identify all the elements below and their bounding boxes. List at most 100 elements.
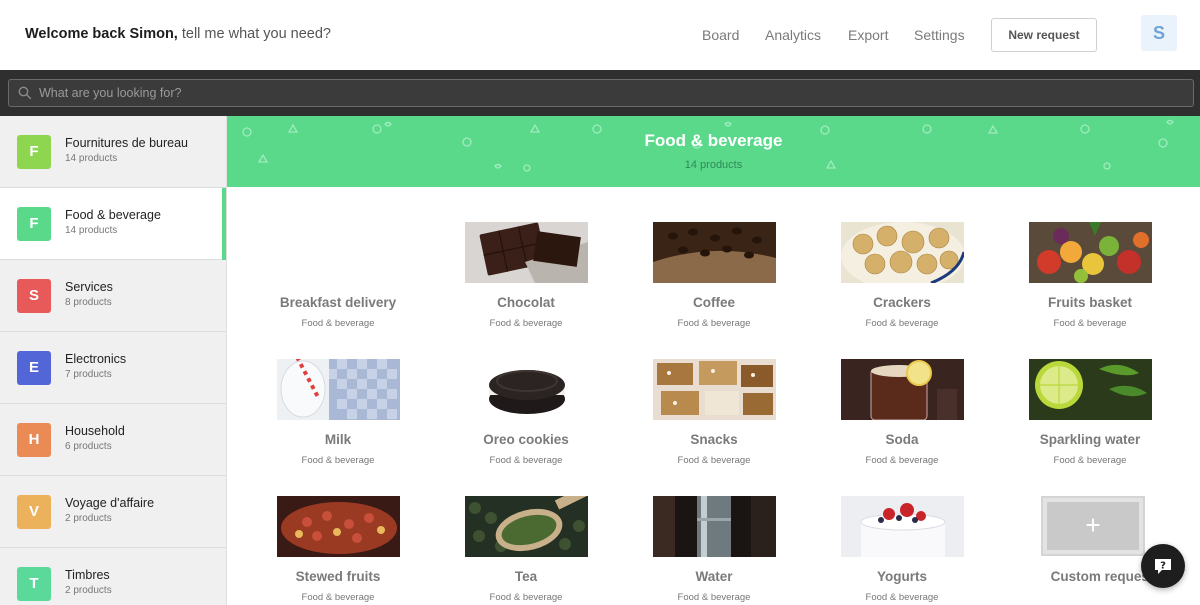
welcome-message: Welcome back Simon, tell me what you nee…	[25, 26, 331, 42]
welcome-name: Welcome back Simon,	[25, 26, 178, 42]
plus-icon: +	[1047, 502, 1139, 550]
category-item-timbres[interactable]: T Timbres 2 products	[0, 548, 226, 605]
yogurt-berries-photo	[841, 496, 964, 557]
chat-help-icon: ?	[1155, 559, 1171, 574]
search-box	[8, 79, 1194, 107]
category-count: 7 products	[65, 369, 112, 380]
product-card-yogurts[interactable]: Yogurts Food & beverage	[827, 496, 977, 605]
product-category: Food & beverage	[865, 455, 939, 466]
product-name: Fruits basket	[1047, 295, 1133, 310]
product-card-soda[interactable]: Soda Food & beverage	[827, 359, 977, 483]
category-name: Timbres	[65, 568, 110, 582]
product-category: Food & beverage	[301, 318, 375, 329]
product-category: Food & beverage	[677, 592, 751, 603]
product-name: Crackers	[873, 295, 931, 310]
product-category: Food & beverage	[677, 318, 751, 329]
product-card-water[interactable]: Water Food & beverage	[639, 496, 789, 605]
product-card-coffee[interactable]: Coffee Food & beverage	[639, 222, 789, 346]
search-bar	[0, 70, 1200, 116]
category-item-fournitures[interactable]: F Fournitures de bureau 14 products	[0, 116, 226, 188]
product-name: Chocolat	[497, 295, 555, 310]
chocolate-photo	[465, 222, 588, 283]
product-name: Breakfast delivery	[279, 295, 397, 310]
product-card-crackers[interactable]: Crackers Food & beverage	[827, 222, 977, 346]
category-item-household[interactable]: H Household 6 products	[0, 404, 226, 476]
category-name: Food & beverage	[65, 208, 161, 222]
nav-board[interactable]: Board	[702, 27, 739, 43]
product-name: Tea	[514, 569, 538, 584]
category-count: 6 products	[65, 441, 112, 452]
category-badge: E	[17, 351, 51, 385]
custom-request-thumb: +	[1041, 496, 1145, 556]
category-badge: F	[17, 135, 51, 169]
soda-glass-photo	[841, 359, 964, 420]
snack-bars-photo	[653, 359, 776, 420]
nav-export[interactable]: Export	[848, 27, 888, 43]
coffee-beans-photo	[653, 222, 776, 283]
product-category: Food & beverage	[865, 318, 939, 329]
nav-settings[interactable]: Settings	[914, 27, 965, 43]
tea-leaves-photo	[465, 496, 588, 557]
product-category: Food & beverage	[489, 318, 563, 329]
product-category: Food & beverage	[301, 592, 375, 603]
category-name: Electronics	[65, 352, 127, 366]
category-badge: H	[17, 423, 51, 457]
product-name: Oreo cookies	[483, 432, 569, 447]
product-card-breakfast-delivery[interactable]: Breakfast delivery Food & beverage	[263, 222, 413, 346]
product-name: Stewed fruits	[295, 569, 381, 584]
product-name: Soda	[885, 432, 919, 447]
search-input[interactable]	[39, 80, 1179, 106]
category-badge: V	[17, 495, 51, 529]
lime-water-photo	[1029, 359, 1152, 420]
water-bottle-photo	[653, 496, 776, 557]
product-category: Food & beverage	[489, 592, 563, 603]
product-category: Food & beverage	[865, 592, 939, 603]
oreo-cookie-photo	[465, 359, 588, 420]
new-request-button[interactable]: New request	[991, 18, 1097, 52]
category-name: Services	[65, 280, 113, 294]
category-badge: S	[17, 279, 51, 313]
category-count: 2 products	[65, 513, 112, 524]
product-card-stewed-fruits[interactable]: Stewed fruits Food & beverage	[263, 496, 413, 605]
top-header: Welcome back Simon, tell me what you nee…	[0, 0, 1200, 70]
product-card-oreo-cookies[interactable]: Oreo cookies Food & beverage	[451, 359, 601, 483]
product-name: Snacks	[690, 432, 738, 447]
milk-photo	[277, 359, 400, 420]
product-name: Water	[695, 569, 733, 584]
product-category: Food & beverage	[301, 455, 375, 466]
category-badge: T	[17, 567, 51, 601]
product-grid: Breakfast delivery Food & beverage Choco…	[227, 187, 1200, 605]
product-card-sparkling-water[interactable]: Sparkling water Food & beverage	[1015, 359, 1165, 483]
category-count: 8 products	[65, 297, 112, 308]
category-count: 14 products	[65, 225, 118, 236]
product-card-fruits-basket[interactable]: Fruits basket Food & beverage	[1015, 222, 1165, 346]
svg-text:?: ?	[1160, 561, 1166, 572]
product-category: Food & beverage	[1053, 455, 1127, 466]
product-name: Sparkling water	[1039, 432, 1141, 447]
product-category: Food & beverage	[489, 455, 563, 466]
fruits-basket-photo	[1029, 222, 1152, 283]
product-card-milk[interactable]: Milk Food & beverage	[263, 359, 413, 483]
product-category: Food & beverage	[1053, 318, 1127, 329]
category-name: Household	[65, 424, 125, 438]
category-name: Voyage d'affaire	[65, 496, 155, 510]
category-item-electronics[interactable]: E Electronics 7 products	[0, 332, 226, 404]
category-item-voyage[interactable]: V Voyage d'affaire 2 products	[0, 476, 226, 548]
product-card-snacks[interactable]: Snacks Food & beverage	[639, 359, 789, 483]
category-item-services[interactable]: S Services 8 products	[0, 260, 226, 332]
product-card-chocolat[interactable]: Chocolat Food & beverage	[451, 222, 601, 346]
category-item-food-beverage[interactable]: F Food & beverage 14 products	[0, 188, 226, 260]
product-name: Yogurts	[877, 569, 927, 584]
category-name: Fournitures de bureau	[65, 136, 188, 150]
banner-pattern	[242, 119, 1174, 172]
category-sidebar: F Fournitures de bureau 14 products F Fo…	[0, 116, 227, 605]
banner-title: Food & beverage	[644, 131, 783, 150]
chat-help-button[interactable]: ?	[1141, 544, 1185, 588]
welcome-prompt: tell me what you need?	[177, 26, 331, 42]
product-card-tea[interactable]: Tea Food & beverage	[451, 496, 601, 605]
category-count: 2 products	[65, 585, 112, 596]
avatar[interactable]: S	[1141, 15, 1177, 51]
category-banner: Food & beverage 14 products	[227, 116, 1200, 187]
product-category: Food & beverage	[677, 455, 751, 466]
nav-analytics[interactable]: Analytics	[765, 27, 821, 43]
